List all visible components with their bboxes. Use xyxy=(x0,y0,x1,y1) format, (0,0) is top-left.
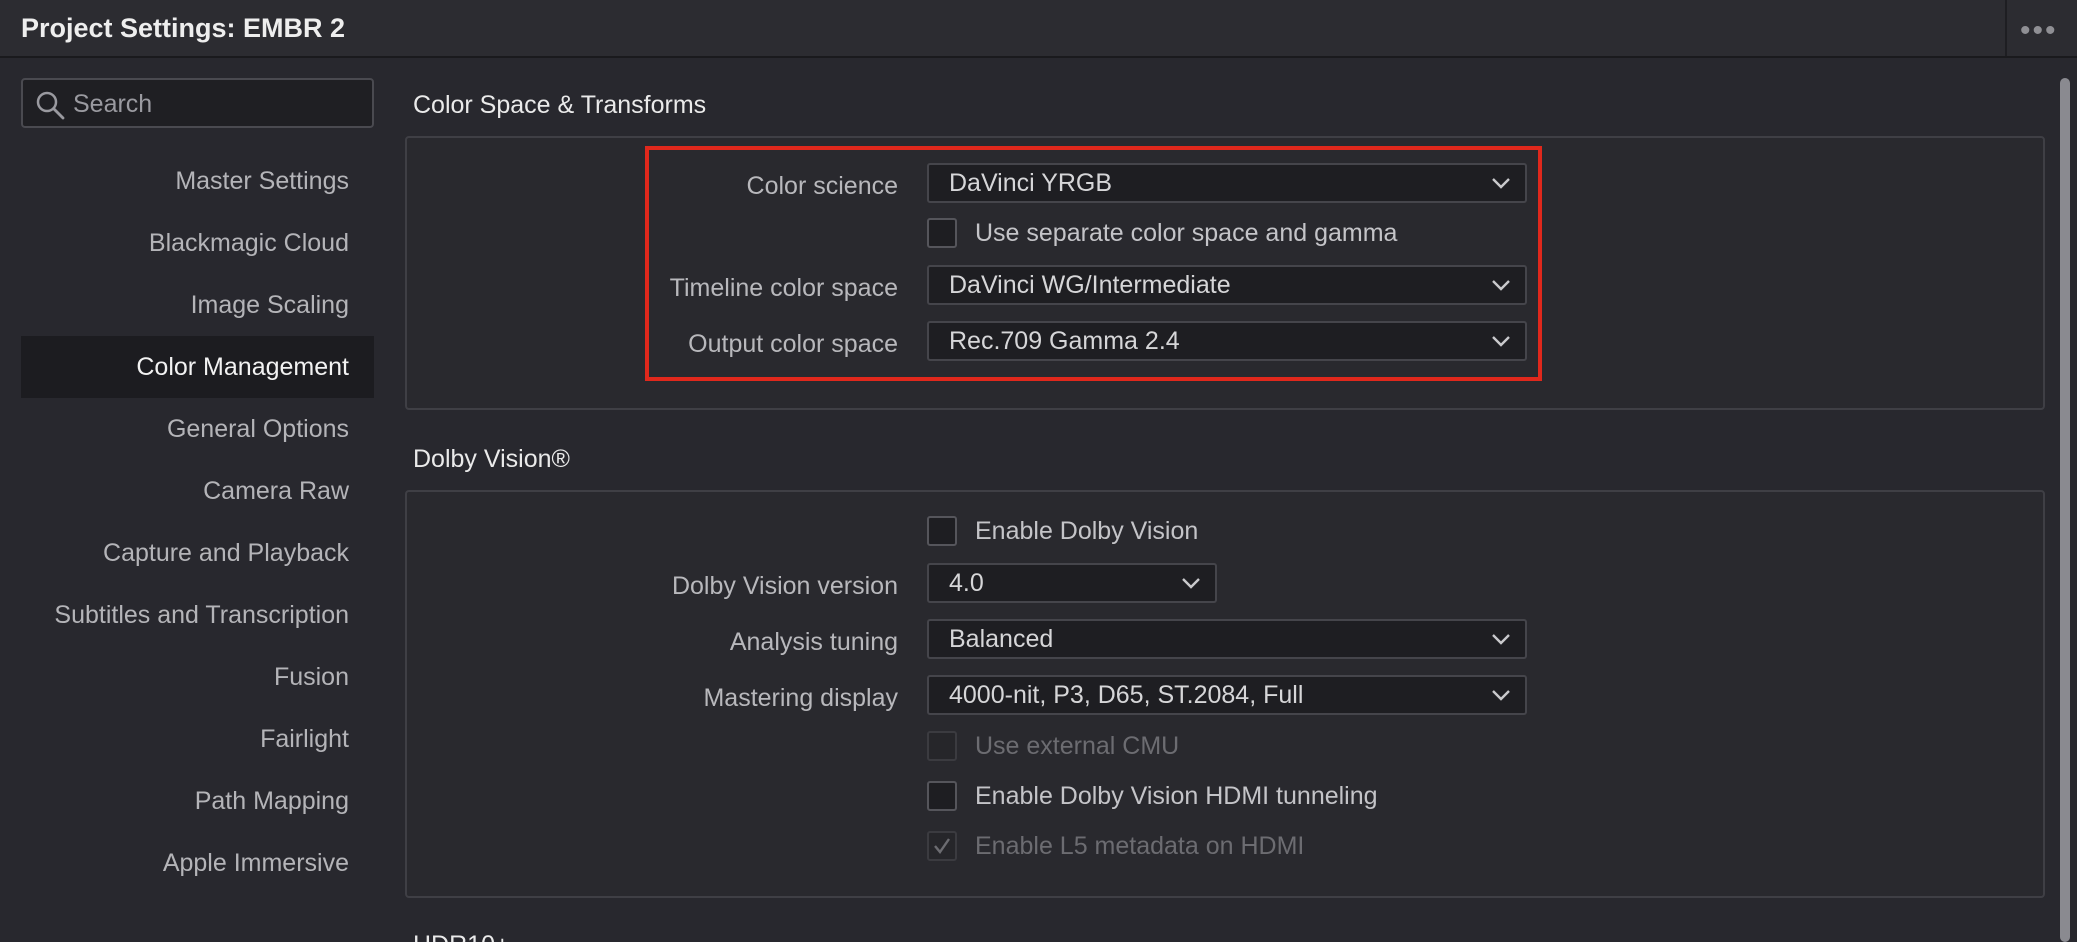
section-title-dolby-vision: Dolby Vision® xyxy=(413,445,570,473)
chevron-down-icon xyxy=(1182,578,1200,589)
settings-content: Color Space & Transforms Color science D… xyxy=(394,58,2077,942)
sidebar-item-blackmagic-cloud[interactable]: Blackmagic Cloud xyxy=(21,212,374,274)
sidebar-item-camera-raw[interactable]: Camera Raw xyxy=(21,460,374,522)
l5-metadata-label: Enable L5 metadata on HDMI xyxy=(975,832,1305,860)
scrollbar-thumb[interactable] xyxy=(2060,78,2070,942)
search-input[interactable] xyxy=(71,86,365,122)
sidebar-item-capture-and-playback[interactable]: Capture and Playback xyxy=(21,522,374,584)
hdmi-tunneling-checkbox[interactable] xyxy=(927,781,957,811)
sidebar-item-fusion[interactable]: Fusion xyxy=(21,646,374,708)
section-title-color-space: Color Space & Transforms xyxy=(413,91,707,119)
sidebar-item-path-mapping[interactable]: Path Mapping xyxy=(21,770,374,832)
scrollbar[interactable] xyxy=(2060,78,2070,942)
more-options-icon[interactable]: ••• xyxy=(2020,14,2058,48)
mastering-display-dropdown[interactable]: 4000-nit, P3, D65, ST.2084, Full xyxy=(927,675,1527,715)
hdmi-tunneling-label: Enable Dolby Vision HDMI tunneling xyxy=(975,782,1378,810)
sidebar-item-subtitles-and-transcription[interactable]: Subtitles and Transcription xyxy=(21,584,374,646)
sidebar-item-fairlight[interactable]: Fairlight xyxy=(21,708,374,770)
title-separator xyxy=(2005,0,2007,56)
analysis-tuning-value: Balanced xyxy=(949,625,1054,653)
sidebar-item-general-options[interactable]: General Options xyxy=(21,398,374,460)
enable-dolby-vision-label: Enable Dolby Vision xyxy=(975,517,1199,545)
mastering-display-value: 4000-nit, P3, D65, ST.2084, Full xyxy=(949,681,1304,709)
timeline-color-space-label: Timeline color space xyxy=(669,274,898,302)
output-color-space-value: Rec.709 Gamma 2.4 xyxy=(949,327,1180,355)
enable-dolby-vision-checkbox[interactable] xyxy=(927,516,957,546)
sidebar-item-image-scaling[interactable]: Image Scaling xyxy=(21,274,374,336)
window-title: Project Settings: EMBR 2 xyxy=(21,13,346,43)
section-title-hdr10plus: HDR10+ xyxy=(413,930,510,942)
dolby-vision-panel: Enable Dolby Vision Dolby Vision version… xyxy=(405,490,2045,898)
title-bar: Project Settings: EMBR 2 ••• xyxy=(0,0,2077,58)
color-space-panel: Color science DaVinci YRGB Use separate … xyxy=(405,136,2045,410)
chevron-down-icon xyxy=(1492,690,1510,701)
chevron-down-icon xyxy=(1492,178,1510,189)
separate-gamma-checkbox[interactable] xyxy=(927,218,957,248)
analysis-tuning-label: Analysis tuning xyxy=(729,628,898,656)
color-science-dropdown[interactable]: DaVinci YRGB xyxy=(927,163,1527,203)
external-cmu-label: Use external CMU xyxy=(975,732,1180,760)
chevron-down-icon xyxy=(1492,634,1510,645)
chevron-down-icon xyxy=(1492,280,1510,291)
color-science-value: DaVinci YRGB xyxy=(949,169,1113,197)
checkmark-icon xyxy=(934,838,950,854)
sidebar-item-apple-immersive[interactable]: Apple Immersive xyxy=(21,832,374,894)
sidebar-item-master-settings[interactable]: Master Settings xyxy=(21,150,374,212)
dolby-vision-version-value: 4.0 xyxy=(949,569,984,597)
separate-gamma-label: Use separate color space and gamma xyxy=(975,219,1398,247)
l5-metadata-checkbox xyxy=(927,831,957,861)
sidebar-item-color-management[interactable]: Color Management xyxy=(21,336,374,398)
analysis-tuning-dropdown[interactable]: Balanced xyxy=(927,619,1527,659)
dolby-vision-version-label: Dolby Vision version xyxy=(671,572,898,600)
external-cmu-checkbox xyxy=(927,731,957,761)
output-color-space-dropdown[interactable]: Rec.709 Gamma 2.4 xyxy=(927,321,1527,361)
color-science-label: Color science xyxy=(746,172,898,200)
search-box[interactable] xyxy=(21,78,374,128)
sidebar: Master Settings Blackmagic Cloud Image S… xyxy=(0,58,394,942)
timeline-color-space-value: DaVinci WG/Intermediate xyxy=(949,271,1231,299)
output-color-space-label: Output color space xyxy=(688,330,898,358)
timeline-color-space-dropdown[interactable]: DaVinci WG/Intermediate xyxy=(927,265,1527,305)
search-icon xyxy=(36,91,65,120)
mastering-display-label: Mastering display xyxy=(703,684,898,712)
dolby-vision-version-dropdown[interactable]: 4.0 xyxy=(927,563,1217,603)
chevron-down-icon xyxy=(1492,336,1510,347)
